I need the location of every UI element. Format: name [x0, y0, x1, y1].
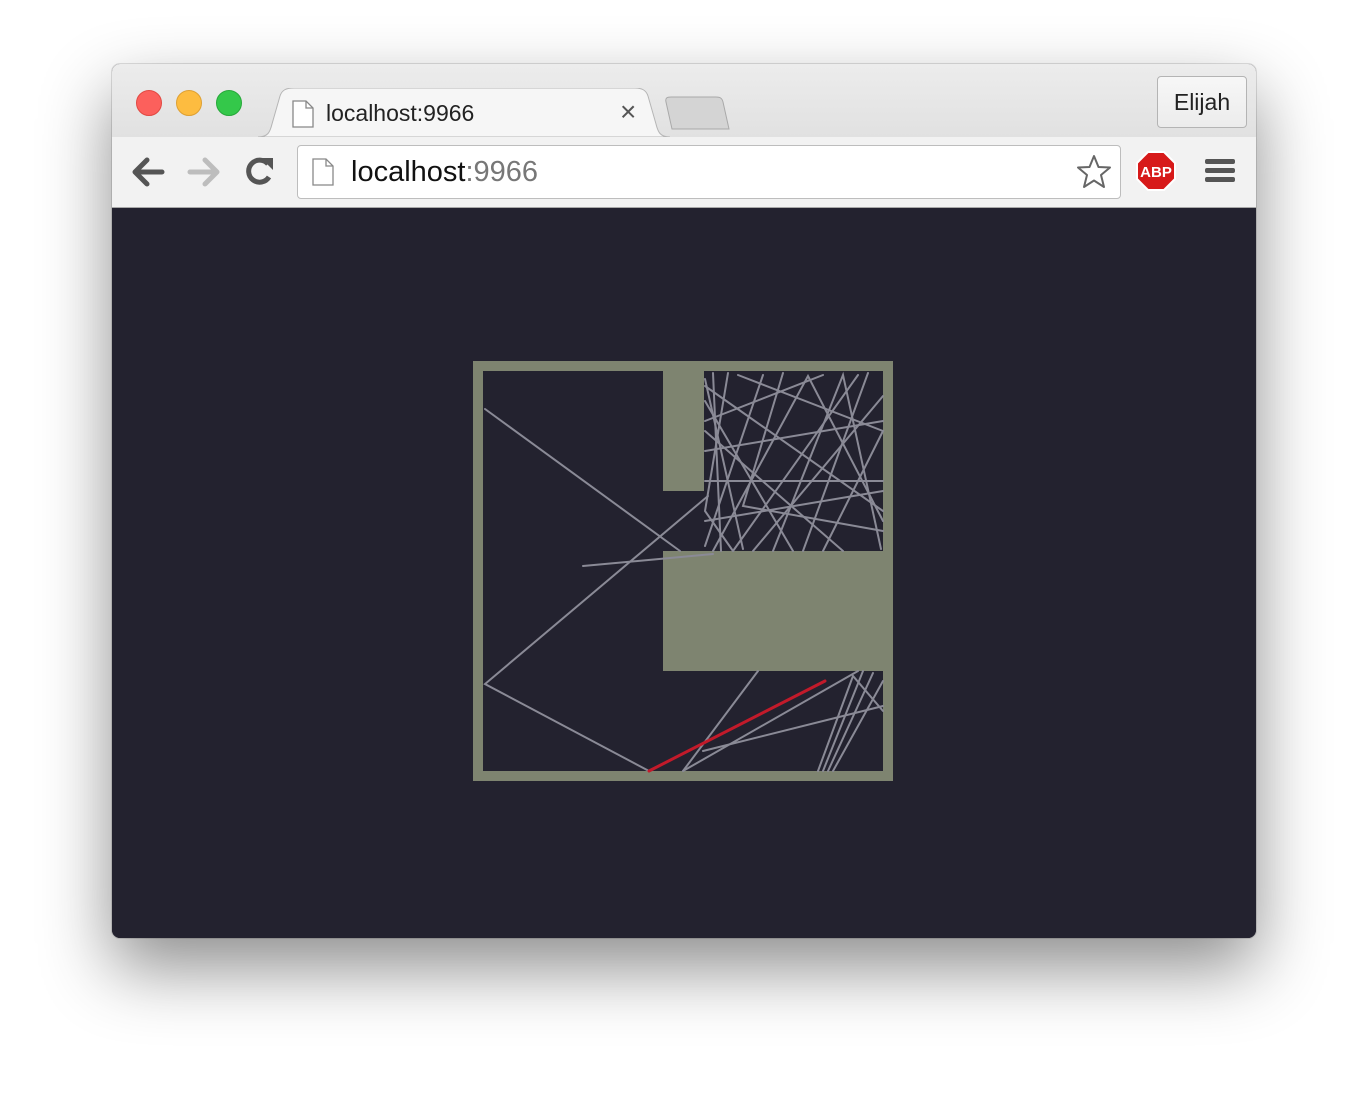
url-port: :9966 — [465, 156, 539, 188]
profile-button[interactable]: Elijah — [1157, 76, 1247, 128]
url-host: localhost — [351, 156, 466, 188]
active-ray — [647, 679, 827, 773]
adblock-icon[interactable]: ABP — [1136, 151, 1176, 191]
arrow-left-icon[interactable] — [130, 155, 166, 189]
ray — [704, 378, 744, 550]
game-canvas[interactable] — [473, 361, 895, 783]
reload-icon[interactable] — [242, 155, 278, 189]
tab-title: localhost:9966 — [326, 100, 475, 126]
toolbar: localhost:9966 ABP — [112, 137, 1256, 208]
ray — [484, 408, 681, 552]
maximize-window-button[interactable] — [216, 90, 242, 116]
ray — [732, 374, 859, 552]
tab-active[interactable]: localhost:9966 × — [258, 88, 670, 138]
minimize-window-button[interactable] — [176, 90, 202, 116]
ray — [704, 430, 844, 552]
ray — [822, 670, 864, 772]
address-bar[interactable]: localhost:9966 — [297, 145, 1121, 199]
upper-pillar — [663, 371, 704, 491]
arrow-right-icon[interactable] — [186, 155, 222, 189]
browser-window: localhost:9966 × Elijah localhost:9966 A… — [112, 64, 1256, 938]
star-icon[interactable] — [1076, 154, 1112, 190]
page-icon — [292, 100, 314, 128]
page-viewport — [112, 208, 1256, 938]
tab-close-icon[interactable]: × — [620, 98, 636, 126]
ray — [682, 670, 859, 772]
new-tab-button[interactable] — [664, 96, 730, 130]
title-bar: localhost:9966 × Elijah — [112, 64, 1256, 138]
ray — [827, 672, 874, 772]
room-walls — [473, 361, 893, 781]
hamburger-menu-icon[interactable] — [1204, 157, 1236, 185]
adblock-label: ABP — [1140, 164, 1172, 181]
page-icon — [312, 158, 334, 186]
close-window-button[interactable] — [136, 90, 162, 116]
url-text: localhost:9966 — [351, 156, 538, 189]
center-block — [663, 551, 893, 671]
